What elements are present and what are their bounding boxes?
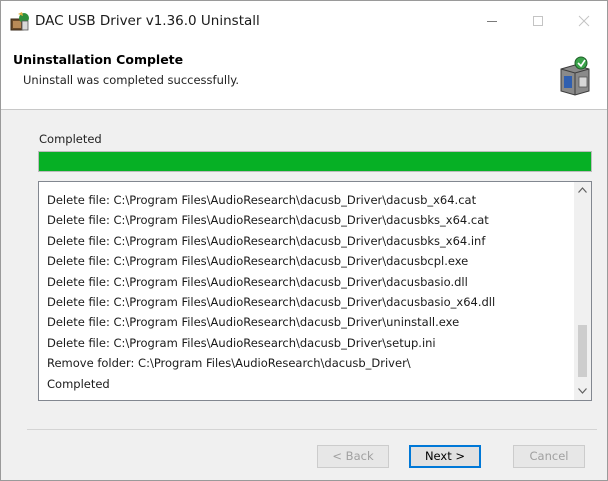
- log-line: Delete file: C:\Program Files\AudioResea…: [47, 193, 477, 207]
- log-line: Delete file: C:\Program Files\AudioResea…: [47, 274, 468, 289]
- minimize-button[interactable]: [469, 1, 515, 41]
- scroll-down-button[interactable]: [574, 383, 591, 400]
- uninstall-window: DAC USB Driver v1.36.0 Uninstall Uninsta…: [0, 0, 608, 481]
- log-line: Delete file: C:\Program Files\AudioResea…: [47, 335, 436, 350]
- maximize-icon: [533, 16, 543, 26]
- progress-bar-fill: [39, 152, 591, 171]
- button-separator: [27, 429, 597, 430]
- header-panel: Uninstallation Complete Uninstall was co…: [1, 41, 607, 110]
- close-button[interactable]: [561, 1, 607, 41]
- maximize-button[interactable]: [515, 1, 561, 41]
- scroll-up-button[interactable]: [574, 182, 591, 199]
- details-log[interactable]: Delete file: C:\Program Files\AudioResea…: [38, 181, 592, 401]
- progress-status-label: Completed: [39, 132, 102, 146]
- progress-bar: [38, 151, 592, 172]
- log-line: Delete file: C:\Program Files\AudioResea…: [47, 315, 460, 330]
- log-line: Completed: [47, 376, 110, 391]
- log-scrollbar[interactable]: [574, 182, 591, 400]
- close-icon: [578, 15, 590, 27]
- log-line: Delete file: C:\Program Files\AudioResea…: [47, 233, 486, 248]
- chevron-down-icon: [578, 388, 587, 394]
- installer-icon: [9, 11, 31, 33]
- page-title: Uninstallation Complete: [13, 52, 184, 67]
- cancel-button[interactable]: Cancel: [513, 445, 585, 468]
- back-button[interactable]: < Back: [317, 445, 389, 468]
- log-line: Remove folder: C:\Program Files\AudioRes…: [47, 356, 411, 371]
- scrollbar-thumb[interactable]: [578, 325, 587, 377]
- next-button[interactable]: Next >: [409, 445, 481, 468]
- minimize-icon: [487, 21, 497, 22]
- page-subtitle: Uninstall was completed successfully.: [23, 73, 240, 87]
- window-title: DAC USB Driver v1.36.0 Uninstall: [35, 13, 260, 29]
- log-lines: Delete file: C:\Program Files\AudioResea…: [47, 190, 495, 394]
- log-line: Delete file: C:\Program Files\AudioResea…: [47, 294, 496, 309]
- installer-box-icon: [555, 55, 595, 97]
- log-line: Delete file: C:\Program Files\AudioResea…: [47, 254, 469, 269]
- title-bar[interactable]: DAC USB Driver v1.36.0 Uninstall: [1, 1, 607, 41]
- log-line: Delete file: C:\Program Files\AudioResea…: [47, 213, 489, 228]
- chevron-up-icon: [578, 187, 587, 193]
